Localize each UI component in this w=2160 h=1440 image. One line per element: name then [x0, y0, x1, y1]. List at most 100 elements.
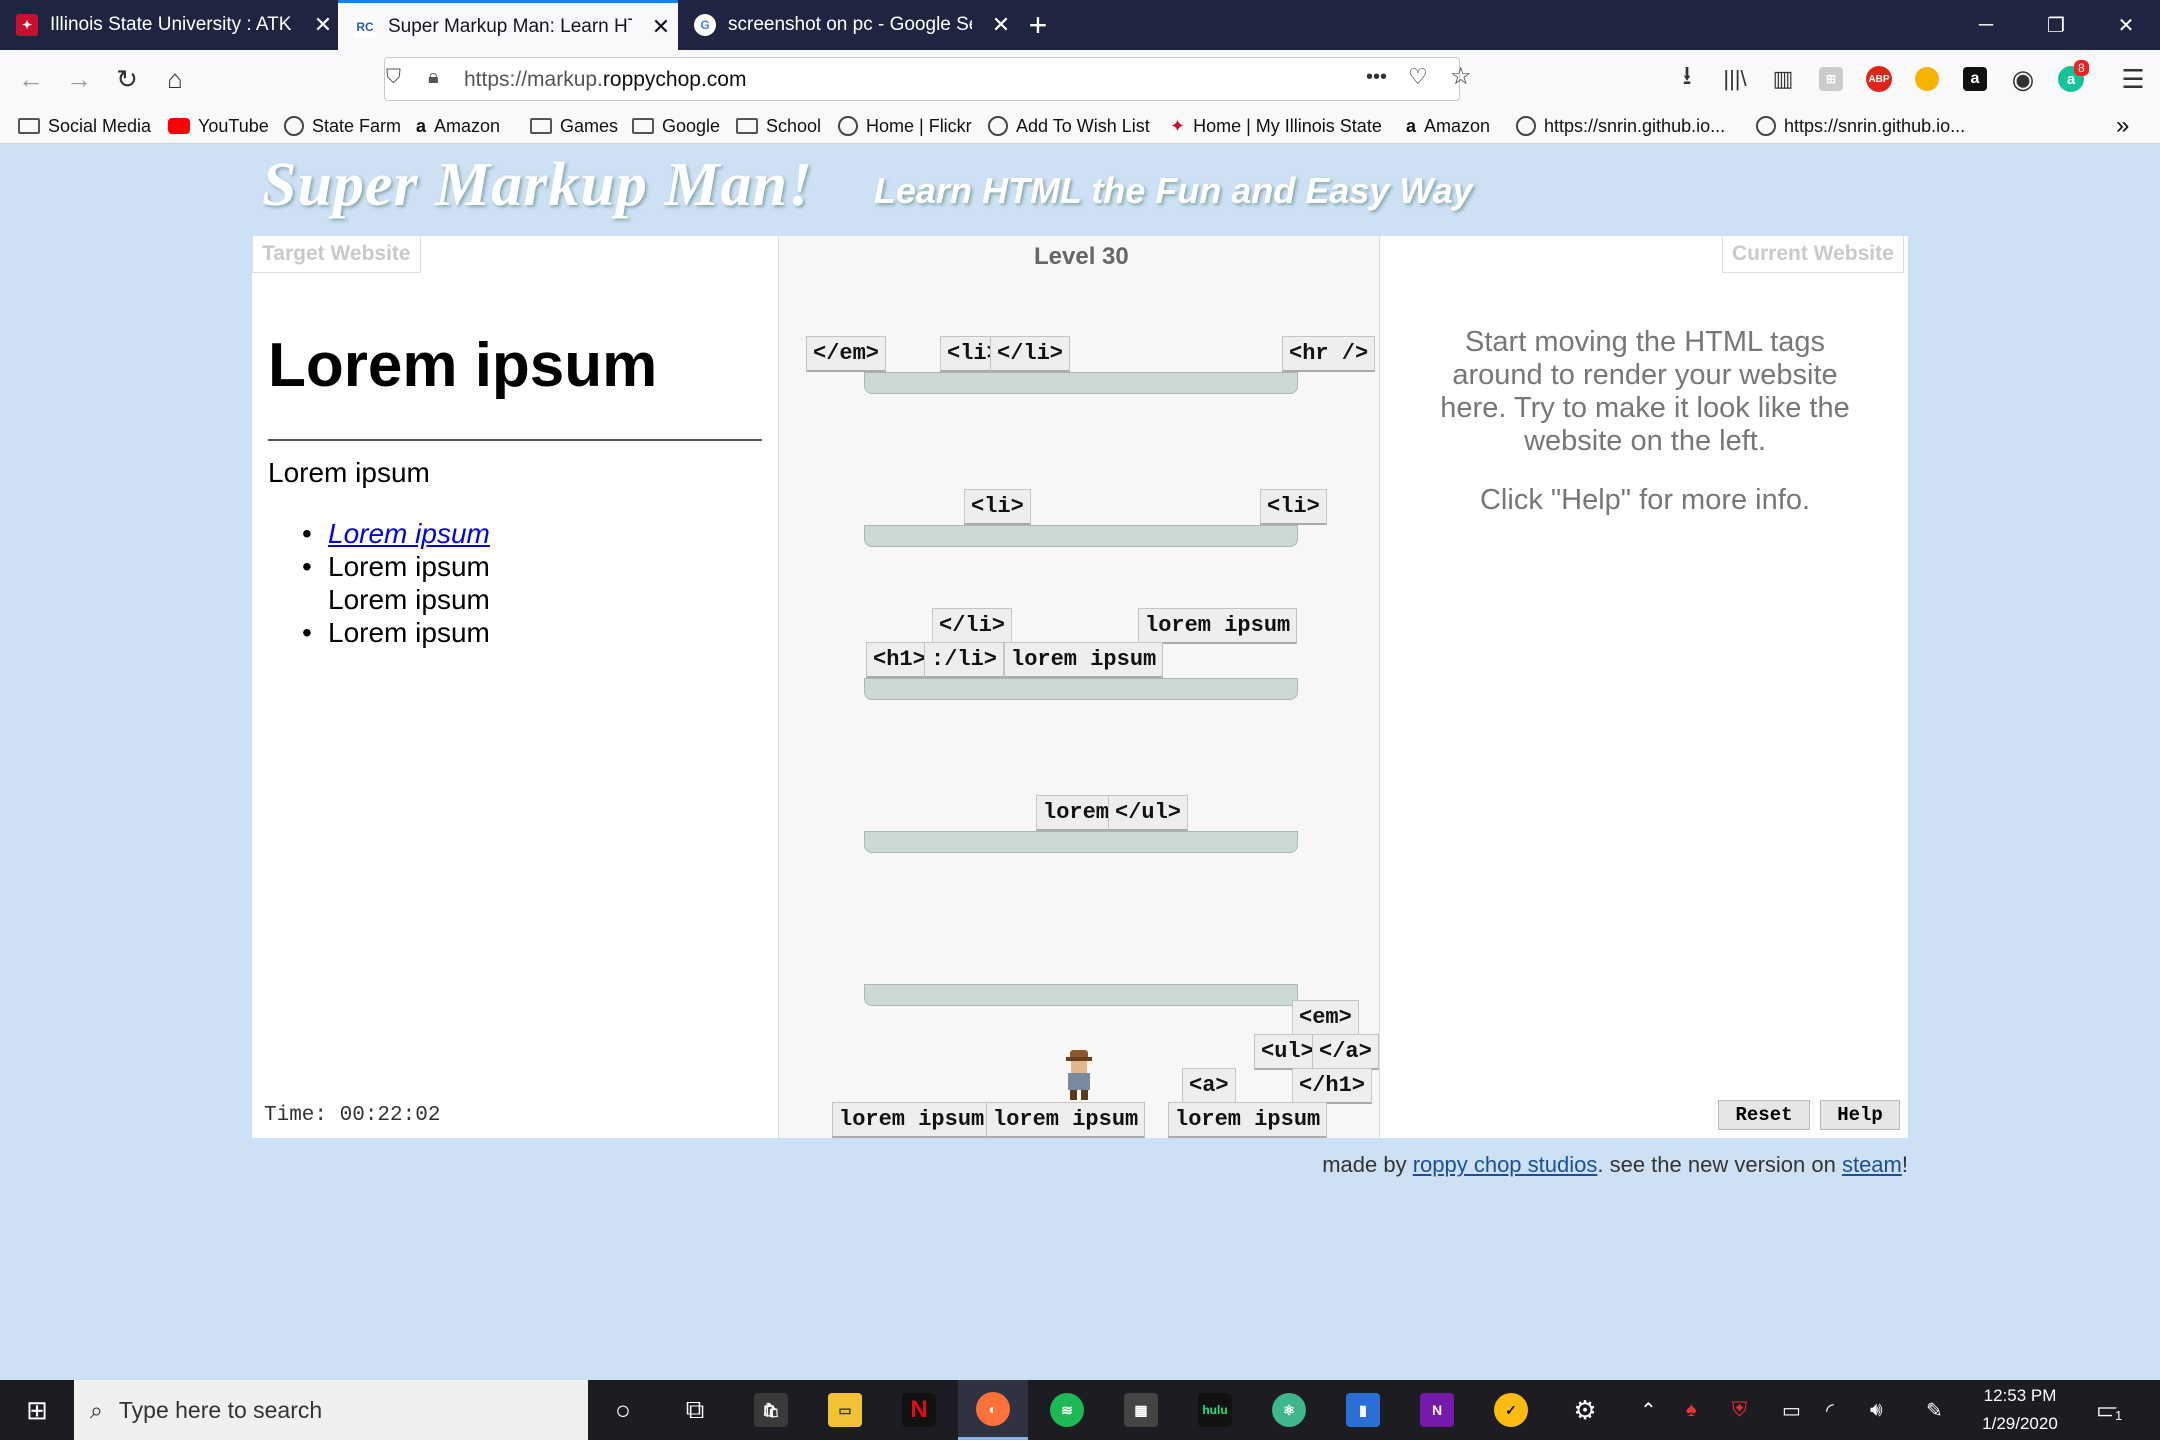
tag-ul-close[interactable]: </ul>: [1108, 795, 1189, 831]
app-icon[interactable]: ▮: [1328, 1380, 1398, 1440]
store-icon[interactable]: 🛍︎: [736, 1380, 806, 1440]
reset-button[interactable]: Reset: [1718, 1100, 1810, 1130]
grammarly-icon[interactable]: a: [2048, 50, 2094, 108]
page-actions-button[interactable]: •••: [1366, 66, 1387, 89]
adblock-icon[interactable]: ABP: [1856, 50, 1902, 108]
tag-h1-close[interactable]: </h1>: [1292, 1068, 1373, 1104]
bookmark-school[interactable]: School: [736, 112, 821, 140]
onenote-icon[interactable]: N: [1402, 1380, 1472, 1440]
forward-icon[interactable]: →: [56, 50, 102, 108]
tag-li-close[interactable]: </li>: [932, 608, 1013, 644]
bookmark-amazon-2[interactable]: a Amazon: [1406, 112, 1490, 140]
player-character-icon[interactable]: [1062, 1050, 1096, 1100]
windows-start-icon[interactable]: ⊞: [2, 1380, 72, 1440]
target-list-item-link[interactable]: Lorem ipsum: [328, 518, 490, 550]
tag-a-open[interactable]: <a>: [1182, 1068, 1236, 1104]
bookmark-google[interactable]: Google: [632, 112, 720, 140]
bookmark-state-farm[interactable]: State Farm: [284, 112, 401, 140]
globe-icon: [1756, 116, 1776, 136]
firefox-icon[interactable]: ◐: [958, 1380, 1028, 1440]
taskbar-search[interactable]: ⌕ Type here to search: [74, 1380, 588, 1440]
volume-icon[interactable]: 🔊︎: [1870, 1380, 1883, 1440]
shield-icon[interactable]: ⛉: [386, 66, 401, 89]
amazon-extension-icon[interactable]: a: [1952, 50, 1998, 108]
show-hidden-icons[interactable]: ⌃: [1640, 1380, 1657, 1440]
settings-gear-icon[interactable]: ⚙: [1550, 1380, 1620, 1440]
url-text[interactable]: https://markup.roppychop.com: [464, 68, 746, 92]
lock-icon[interactable]: 🔒︎: [428, 66, 439, 89]
sidebar-icon[interactable]: ▥: [1760, 50, 1806, 108]
bookmark-flickr[interactable]: Home | Flickr: [838, 112, 972, 140]
library-icon[interactable]: |||\: [1712, 50, 1758, 108]
bookmark-snrin-2[interactable]: https://snrin.github.io...: [1756, 112, 1965, 140]
tag-text-lorem[interactable]: lorem: [1036, 795, 1117, 831]
back-icon[interactable]: ←: [8, 50, 54, 108]
tag-em-close[interactable]: </em>: [806, 336, 887, 372]
menu-icon[interactable]: ☰: [2110, 50, 2156, 108]
tag-text-lorem-ipsum[interactable]: lorem ipsum: [1004, 642, 1164, 678]
pocket-icon[interactable]: ♡: [1408, 64, 1428, 90]
tab-super-markup-man[interactable]: RC Super Markup Man: Learn HTM ✕: [338, 0, 678, 50]
netflix-icon[interactable]: N: [884, 1380, 954, 1440]
tag-text-lorem-ipsum[interactable]: lorem ipsum: [832, 1102, 992, 1138]
bookmark-add-to-wish-list[interactable]: Add To Wish List: [988, 112, 1150, 140]
restore-icon[interactable]: ❐: [2022, 0, 2090, 50]
tag-hr[interactable]: <hr />: [1282, 336, 1376, 372]
wifi-icon[interactable]: ◜: [1826, 1380, 1834, 1440]
account-icon[interactable]: ◉: [2000, 50, 2046, 108]
close-icon[interactable]: ✕: [306, 12, 340, 38]
bookmark-star-icon[interactable]: ☆: [1450, 62, 1472, 91]
hulu-icon[interactable]: hulu: [1180, 1380, 1250, 1440]
chrome-extension-icon[interactable]: [1904, 50, 1950, 108]
youtube-icon: [168, 118, 190, 134]
tag-li-close[interactable]: </li>: [990, 336, 1071, 372]
target-heading: Lorem ipsum: [268, 331, 658, 400]
pen-icon[interactable]: ✎: [1926, 1380, 1943, 1440]
bookmark-youtube[interactable]: YouTube: [168, 112, 269, 140]
tag-text-lorem-ipsum[interactable]: lorem ipsum: [986, 1102, 1146, 1138]
tab-google-search[interactable]: G screenshot on pc - Google Sea ✕: [678, 0, 1018, 50]
tag-h1-open[interactable]: <h1>: [866, 642, 933, 678]
system-clock[interactable]: 12:53 PM 1/29/2020: [1960, 1382, 2080, 1438]
bookmark-amazon[interactable]: a Amazon: [416, 112, 500, 140]
tag-li-close[interactable]: :/li>: [924, 642, 1005, 678]
new-tab-button[interactable]: +: [1018, 0, 1058, 50]
steam-link[interactable]: steam: [1842, 1152, 1902, 1177]
reload-icon[interactable]: ↻: [104, 50, 150, 108]
roppy-chop-link[interactable]: roppy chop studios: [1413, 1152, 1598, 1177]
shelf: [864, 984, 1298, 1006]
extension-icon[interactable]: ⊞: [1808, 50, 1854, 108]
cortana-icon[interactable]: ○: [588, 1380, 658, 1440]
tray-app-icon[interactable]: ♠: [1686, 1380, 1697, 1440]
spotify-icon[interactable]: ≋: [1032, 1380, 1102, 1440]
bookmarks-overflow-icon[interactable]: »: [2116, 112, 2129, 140]
help-button[interactable]: Help: [1820, 1100, 1900, 1130]
task-view-icon[interactable]: ⧉: [660, 1380, 730, 1440]
atom-icon[interactable]: ⚛: [1254, 1380, 1324, 1440]
bookmark-my-illinois-state[interactable]: ✦ Home | My Illinois State: [1170, 112, 1382, 140]
home-icon[interactable]: ⌂: [152, 50, 198, 108]
bookmark-games[interactable]: Games: [530, 112, 618, 140]
target-paragraph: Lorem ipsum: [268, 457, 430, 488]
tag-text-lorem-ipsum[interactable]: lorem ipsum: [1168, 1102, 1328, 1138]
close-icon[interactable]: ✕: [644, 14, 678, 40]
tag-li-open[interactable]: <li>: [964, 489, 1031, 525]
tag-em-open[interactable]: <em>: [1292, 1000, 1359, 1036]
norton-icon[interactable]: ✓: [1476, 1380, 1546, 1440]
battery-icon[interactable]: ▭: [1782, 1380, 1801, 1440]
tab-isu[interactable]: ✦ Illinois State University : ATK 30 ✕: [0, 0, 340, 50]
file-explorer-icon[interactable]: ▭: [810, 1380, 880, 1440]
download-icon[interactable]: ⭳: [1664, 50, 1710, 108]
tag-a-close[interactable]: </a>: [1312, 1034, 1379, 1070]
minimize-icon[interactable]: ─: [1952, 0, 2020, 50]
tag-ul-open[interactable]: <ul>: [1254, 1034, 1321, 1070]
footer: made by roppy chop studios. see the new …: [1322, 1152, 1908, 1177]
calculator-icon[interactable]: ▦: [1106, 1380, 1176, 1440]
tag-li-open[interactable]: <li>: [1260, 489, 1327, 525]
tray-security-icon[interactable]: ⛨: [1732, 1380, 1747, 1440]
close-window-icon[interactable]: ✕: [2092, 0, 2160, 50]
close-icon[interactable]: ✕: [984, 12, 1018, 38]
bookmark-social-media[interactable]: Social Media: [18, 112, 151, 140]
tag-text-lorem-ipsum[interactable]: lorem ipsum: [1138, 608, 1298, 644]
bookmark-snrin-1[interactable]: https://snrin.github.io...: [1516, 112, 1725, 140]
